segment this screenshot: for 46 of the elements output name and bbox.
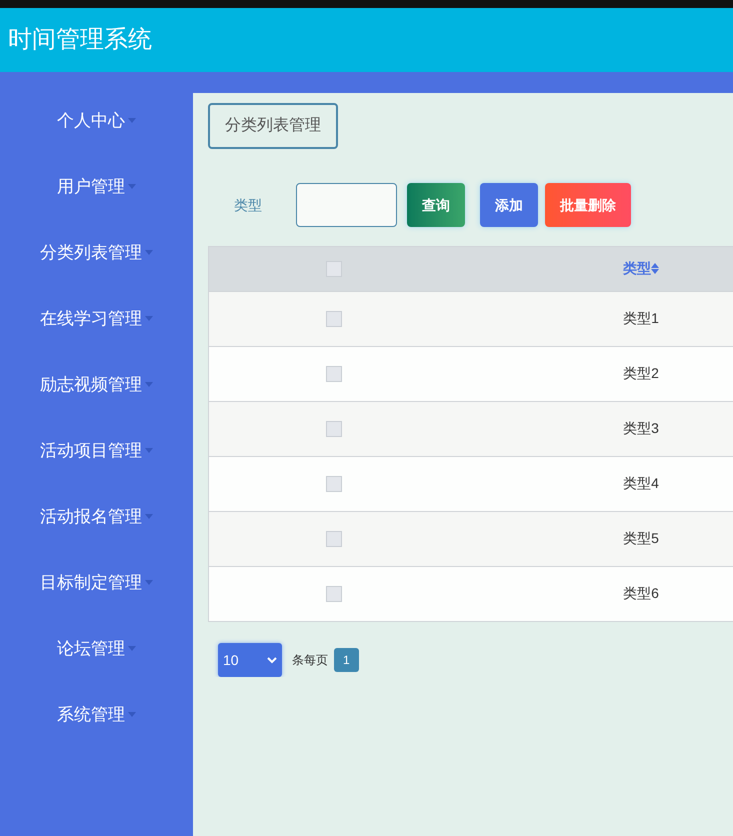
sidebar-menu-item[interactable]: 系统管理 <box>57 702 136 728</box>
caret-down-icon <box>145 514 153 520</box>
sort-icon <box>650 263 659 274</box>
caret-down-icon <box>145 580 153 586</box>
checkbox[interactable] <box>326 310 342 327</box>
type-input-field[interactable] <box>296 183 397 227</box>
table-cell: 类型3 <box>623 420 659 436</box>
column-header[interactable]: 类型 <box>622 258 659 279</box>
sidebar-menu-item[interactable]: 论坛管理 <box>57 636 136 662</box>
caret-down-icon <box>128 646 136 652</box>
app-title: 时间管理系统 <box>8 25 152 55</box>
checkbox[interactable] <box>326 260 342 277</box>
sidebar-menu-item[interactable]: 励志视频管理 <box>40 372 153 398</box>
add-button[interactable]: 添加 <box>480 183 538 227</box>
sidebar-menu-item[interactable]: 活动报名管理 <box>40 504 153 530</box>
table-cell: 类型6 <box>623 585 659 601</box>
checkbox[interactable] <box>326 420 342 437</box>
sidebar-menu-item[interactable]: 分类列表管理 <box>40 240 153 266</box>
checkbox[interactable] <box>326 530 342 547</box>
page-size-label: 条每页 <box>292 652 328 669</box>
delete-button[interactable]: 批量删除 <box>545 183 631 227</box>
table-cell: 类型2 <box>623 365 659 381</box>
sidebar-menu-item[interactable]: 活动项目管理 <box>40 438 153 464</box>
checkbox[interactable] <box>326 586 342 602</box>
sidebar-menu-item[interactable]: 个人中心 <box>57 108 136 134</box>
breadcrumb-tab[interactable]: 分类列表管理 <box>208 103 338 149</box>
page-size-select[interactable]: 10 <box>218 643 282 677</box>
table-cell: 类型4 <box>623 475 659 491</box>
caret-down-icon <box>128 118 136 124</box>
sidebar-menu-item[interactable]: 在线学习管理 <box>40 306 153 332</box>
caret-down-icon <box>128 712 136 718</box>
table-cell: 类型5 <box>623 530 659 546</box>
sidebar-menu-item[interactable]: 目标制定管理 <box>40 570 153 596</box>
table-cell: 类型1 <box>623 310 659 326</box>
checkbox[interactable] <box>326 476 342 492</box>
caret-down-icon <box>145 382 153 388</box>
chevron-down-icon <box>267 656 277 664</box>
caret-down-icon <box>145 250 153 256</box>
page-button[interactable]: 1 <box>334 648 359 672</box>
caret-down-icon <box>128 184 136 190</box>
type-label: 类型 <box>234 196 263 214</box>
caret-down-icon <box>145 448 153 454</box>
sidebar-menu-item[interactable]: 用户管理 <box>57 174 136 200</box>
checkbox[interactable] <box>326 366 342 382</box>
caret-down-icon <box>145 316 153 322</box>
search-button[interactable]: 查询 <box>407 183 465 227</box>
